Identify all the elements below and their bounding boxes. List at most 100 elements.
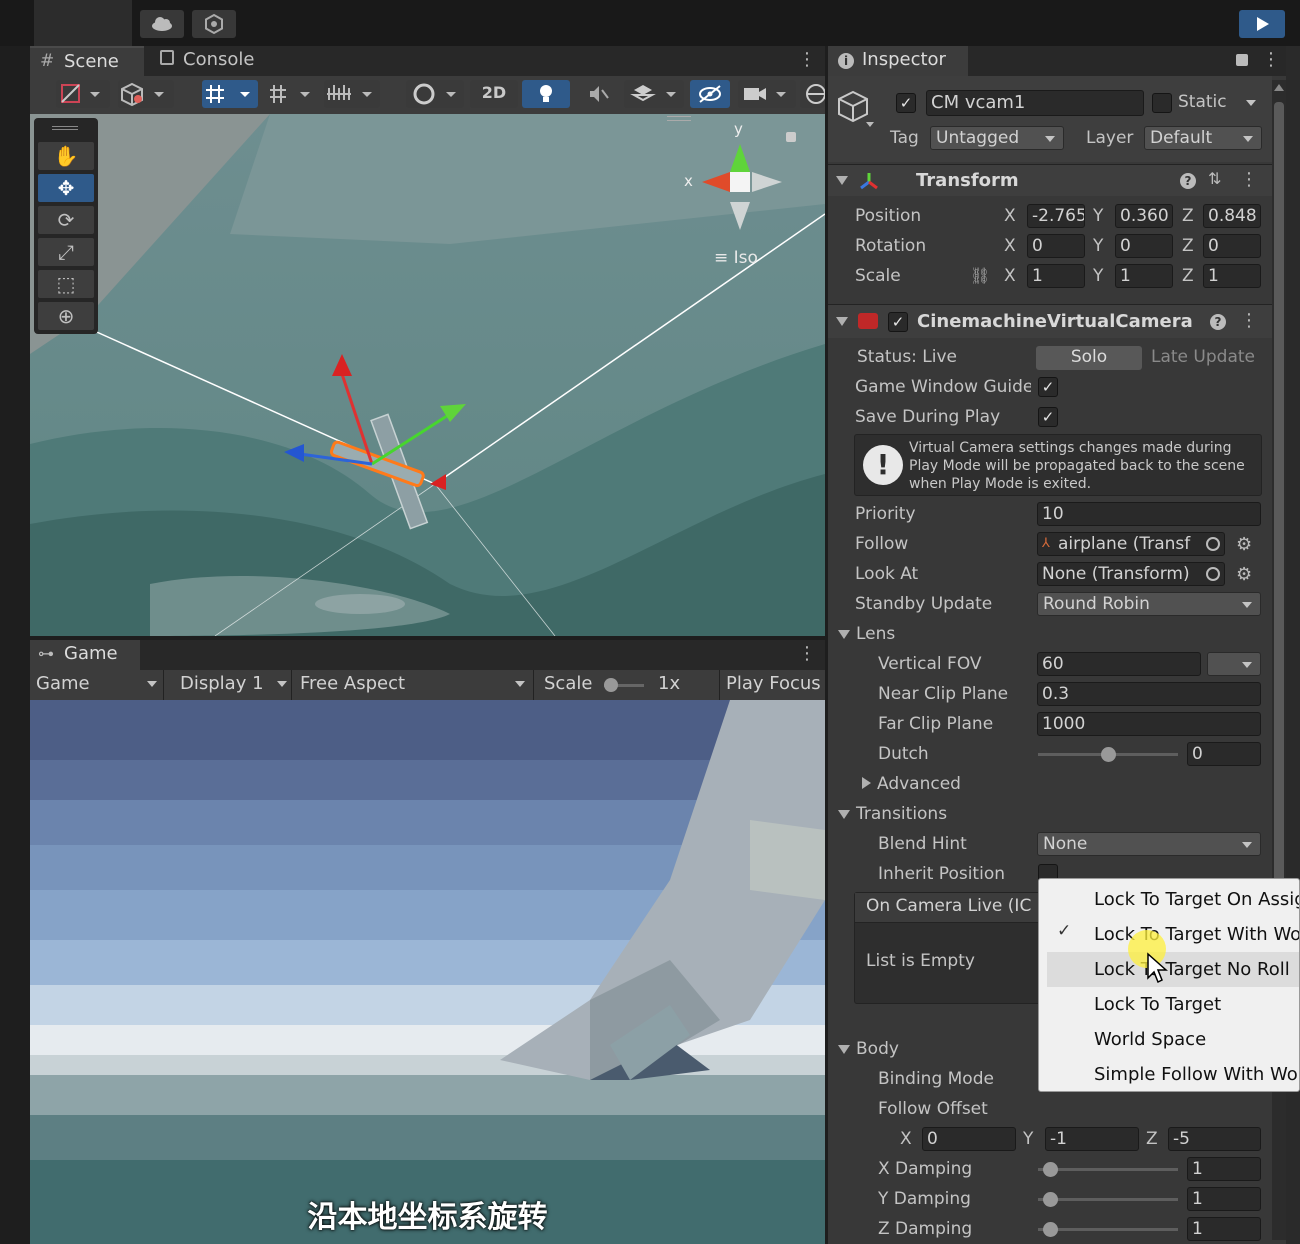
scroll-up-arrow[interactable] (1274, 84, 1284, 91)
z-damping-slider-track[interactable] (1038, 1228, 1178, 1231)
component-more-icon[interactable]: ⋮ (1240, 169, 1258, 190)
menu-item-lock-to-target[interactable]: Lock To Target (1039, 987, 1299, 1022)
rotation-x-field[interactable]: 0 (1027, 234, 1085, 258)
x-damping-slider-track[interactable] (1038, 1168, 1178, 1171)
scale-link-icon[interactable]: ⛓ (970, 266, 990, 285)
save-during-play-checkbox[interactable]: ✓ (1038, 407, 1058, 427)
transitions-foldout[interactable]: Transitions (838, 802, 947, 826)
dutch-slider-knob[interactable] (1101, 747, 1116, 762)
cloud-button[interactable] (140, 10, 184, 38)
tag-dropdown[interactable]: Untagged (930, 126, 1064, 150)
play-focus-dropdown[interactable]: Play Focus (722, 670, 825, 700)
menu-item-lock-no-roll[interactable]: Lock To Target No Roll (1047, 952, 1299, 987)
rotation-y-label[interactable]: Y (1093, 234, 1103, 258)
advanced-foldout[interactable]: Advanced (862, 772, 961, 796)
solo-button[interactable]: Solo (1036, 346, 1142, 370)
priority-field[interactable]: 10 (1037, 502, 1261, 526)
follow-offset-z-field[interactable]: -5 (1168, 1127, 1261, 1151)
game-more-icon[interactable]: ⋮ (798, 644, 816, 664)
cvc-header[interactable]: ✓ CinemachineVirtualCamera ? ⋮ (828, 304, 1272, 338)
object-name-field[interactable]: CM vcam1 (926, 90, 1144, 116)
follow-settings-gear-icon[interactable]: ⚙ (1236, 534, 1252, 555)
cvc-enabled-checkbox[interactable]: ✓ (888, 312, 908, 332)
look-at-settings-gear-icon[interactable]: ⚙ (1236, 564, 1252, 585)
account-button[interactable] (34, 0, 132, 50)
collab-button[interactable] (192, 10, 236, 38)
scale-x-field[interactable]: 1 (1027, 264, 1085, 288)
menu-item-simple-follow[interactable]: Simple Follow With Wor (1039, 1057, 1299, 1091)
grid-snap-button[interactable] (202, 80, 258, 108)
scale-y-field[interactable]: 1 (1115, 264, 1173, 288)
game-window-guides-checkbox[interactable]: ✓ (1038, 377, 1058, 397)
y-damping-slider-knob[interactable] (1043, 1192, 1058, 1207)
snap-increment-button[interactable] (266, 80, 320, 108)
aspect-dropdown[interactable]: Free Aspect (294, 670, 534, 700)
rotation-y-field[interactable]: 0 (1115, 234, 1173, 258)
x-damping-slider-knob[interactable] (1043, 1162, 1058, 1177)
scale-z-field[interactable]: 1 (1203, 264, 1261, 288)
z-damping-slider-knob[interactable] (1043, 1222, 1058, 1237)
body-foldout[interactable]: Body (838, 1037, 899, 1061)
scale-y-label[interactable]: Y (1093, 264, 1103, 288)
viewport-grip[interactable] (667, 116, 691, 121)
effects-button[interactable] (624, 80, 684, 108)
tab-console[interactable]: Console (150, 46, 270, 76)
scale-tool[interactable]: ⤢ (38, 238, 94, 266)
2d-toggle-button[interactable]: 2D (470, 80, 518, 108)
draw-mode-button[interactable] (56, 80, 110, 108)
lighting-toggle-button[interactable] (522, 80, 570, 108)
position-z-label[interactable]: Z (1182, 204, 1194, 228)
position-z-field[interactable]: 0.848 (1203, 204, 1261, 228)
component-more-icon[interactable]: ⋮ (1240, 310, 1258, 331)
look-at-field[interactable]: None (Transform) (1037, 562, 1225, 586)
y-damping-slider-track[interactable] (1038, 1198, 1178, 1201)
tab-inspector[interactable]: i Inspector (828, 46, 968, 76)
scene-more-icon[interactable]: ⋮ (798, 50, 816, 70)
layer-dropdown[interactable]: Default (1144, 126, 1262, 150)
gameobject-cube-icon[interactable] (836, 90, 876, 130)
position-x-label[interactable]: X (1004, 204, 1016, 228)
ruler-button[interactable] (324, 80, 380, 108)
static-dropdown-caret[interactable] (1246, 100, 1256, 106)
y-damping-field[interactable]: 1 (1187, 1187, 1261, 1211)
follow-offset-x-field[interactable]: 0 (922, 1127, 1016, 1151)
scale-z-label[interactable]: Z (1182, 264, 1194, 288)
transform-tool[interactable]: ⊕ (38, 302, 94, 330)
offset-y-label[interactable]: Y (1023, 1127, 1033, 1151)
z-damping-field[interactable]: 1 (1187, 1217, 1261, 1241)
static-checkbox[interactable] (1152, 93, 1172, 113)
active-checkbox[interactable]: ✓ (896, 93, 916, 113)
lock-icon[interactable] (1236, 54, 1248, 66)
move-tool[interactable]: ✥ (38, 174, 94, 202)
transform-header[interactable]: Transform ? ⇅ ⋮ (828, 164, 1272, 196)
tab-scene[interactable]: # Scene (30, 46, 144, 76)
scale-slider-knob[interactable] (604, 678, 618, 692)
tab-game[interactable]: ⊶ Game (30, 640, 140, 670)
position-y-field[interactable]: 0.360 (1115, 204, 1173, 228)
tools-grip[interactable] (52, 126, 78, 130)
menu-item-world-space[interactable]: World Space (1039, 1022, 1299, 1057)
scene-visibility-button[interactable] (690, 80, 730, 108)
game-viewport[interactable]: 沿本地坐标系旋转 (30, 700, 825, 1244)
position-y-label[interactable]: Y (1093, 204, 1103, 228)
rotation-z-field[interactable]: 0 (1203, 234, 1261, 258)
rotation-x-label[interactable]: X (1004, 234, 1016, 258)
blend-hint-dropdown[interactable]: None (1037, 832, 1261, 856)
audio-toggle-button[interactable] (578, 80, 618, 108)
camera-settings-button[interactable] (738, 80, 796, 108)
iso-label[interactable]: ≡ Iso (714, 248, 758, 268)
vertical-fov-field[interactable]: 60 (1037, 652, 1201, 676)
shading-button[interactable] (406, 80, 464, 108)
help-icon[interactable]: ? (1210, 314, 1226, 330)
scene-viewport[interactable]: ✋ ✥ ⟳ ⤢ ⬚ ⊕ y x ≡ Iso (30, 114, 825, 636)
follow-field[interactable]: ⅄ airplane (Transf (1037, 532, 1225, 556)
game-mode-dropdown[interactable]: Game (30, 670, 164, 700)
preset-icon[interactable]: ⇅ (1208, 169, 1221, 188)
standby-update-dropdown[interactable]: Round Robin (1037, 592, 1261, 616)
position-x-field[interactable]: -2.765 (1027, 204, 1085, 228)
hand-tool[interactable]: ✋ (38, 142, 94, 170)
rotate-tool[interactable]: ⟳ (38, 206, 94, 234)
gizmos-button[interactable] (800, 80, 826, 108)
rotation-z-label[interactable]: Z (1182, 234, 1194, 258)
display-dropdown[interactable]: Display 1 (166, 670, 292, 700)
